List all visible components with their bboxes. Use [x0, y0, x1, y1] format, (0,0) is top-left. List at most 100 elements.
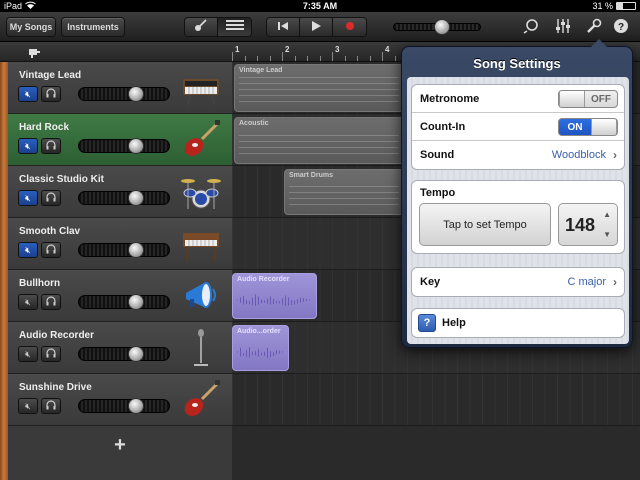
play-button[interactable]	[300, 18, 333, 36]
track-header[interactable]: Smooth Clav 🔇︎	[8, 218, 232, 270]
help-button[interactable]: ?	[612, 18, 630, 35]
region-label: Acoustic	[239, 120, 269, 127]
tap-tempo-button[interactable]: Tap to set Tempo	[419, 203, 551, 246]
track-name: Vintage Lead	[19, 70, 82, 81]
battery-icon	[616, 2, 636, 10]
track-headers: + Vintage Lead 🔇︎ Hard Rock 🔇︎ Classic Studi…	[8, 62, 232, 480]
solo-button[interactable]	[41, 346, 61, 362]
track-volume-knob[interactable]	[128, 190, 144, 206]
track-volume-slider[interactable]	[78, 294, 170, 310]
mute-button[interactable]: 🔇︎	[18, 398, 38, 414]
track-name: Hard Rock	[19, 122, 70, 133]
metronome-toggle[interactable]: OFF	[558, 90, 618, 108]
microphone-icon[interactable]	[180, 327, 222, 369]
track-header[interactable]: Hard Rock 🔇︎	[8, 114, 232, 166]
speaker-mute-icon: 🔇︎	[25, 88, 31, 99]
track-header[interactable]: Vintage Lead 🔇︎	[8, 62, 232, 114]
mute-button[interactable]: 🔇︎	[18, 242, 38, 258]
help-row[interactable]: ? Help	[412, 309, 624, 337]
track-volume-slider[interactable]	[78, 242, 170, 258]
battery-percent: 31 %	[592, 1, 613, 11]
arrow-up-icon[interactable]: ▲	[603, 210, 611, 219]
headphones-icon	[46, 244, 56, 256]
tracks-view-button[interactable]	[218, 18, 251, 36]
instrument-view-button[interactable]	[185, 18, 218, 36]
song-settings-popover: Song Settings Metronome OFF Count-In ON …	[401, 39, 633, 348]
ruler-tick	[307, 56, 308, 61]
key-row[interactable]: Key C major ›	[412, 268, 624, 296]
region-smart-drums[interactable]: Smart Drums	[284, 169, 404, 215]
electric-guitar-icon[interactable]	[180, 379, 222, 421]
ruler-tick	[382, 52, 383, 61]
track-volume-slider[interactable]	[78, 190, 170, 206]
solo-button[interactable]	[41, 86, 61, 102]
solo-button[interactable]	[41, 242, 61, 258]
track-volume-knob[interactable]	[128, 398, 144, 414]
ruler-tick	[344, 56, 346, 61]
track-header[interactable]: Bullhorn 🔇︎	[8, 270, 232, 322]
solo-button[interactable]	[41, 138, 61, 154]
go-to-beginning-button[interactable]	[267, 18, 300, 36]
song-settings-button[interactable]	[585, 18, 603, 35]
metronome-row: Metronome OFF	[412, 85, 624, 113]
mute-button[interactable]: 🔇︎	[18, 346, 38, 362]
solo-button[interactable]	[41, 190, 61, 206]
popover-body: Metronome OFF Count-In ON Sound Woodbloc…	[407, 77, 629, 344]
track-volume-knob[interactable]	[128, 138, 144, 154]
master-volume-knob[interactable]	[434, 19, 450, 35]
drum-kit-icon[interactable]	[180, 171, 222, 213]
midi-notes	[239, 77, 399, 107]
mixer-button[interactable]	[554, 18, 572, 35]
toggle-thumb	[559, 91, 585, 107]
bullhorn-icon[interactable]	[180, 275, 222, 317]
key-label: Key	[420, 276, 441, 288]
track-volume-slider[interactable]	[78, 398, 170, 414]
track-lane[interactable]	[232, 374, 640, 426]
track-header[interactable]: Audio Recorder 🔇︎	[8, 322, 232, 374]
track-name: Bullhorn	[19, 278, 61, 289]
solo-button[interactable]	[41, 398, 61, 414]
arrow-down-icon[interactable]: ▼	[603, 230, 611, 239]
ruler-tick	[282, 52, 283, 61]
sound-row[interactable]: Sound Woodblock ›	[412, 141, 624, 169]
region-acoustic[interactable]: Acoustic	[234, 117, 404, 164]
track-header[interactable]: Classic Studio Kit 🔇︎	[8, 166, 232, 218]
region-audio-recorder[interactable]: Audio Recorder	[232, 273, 317, 319]
mute-button[interactable]: 🔇︎	[18, 86, 38, 102]
add-track-button[interactable]: +	[111, 434, 129, 456]
status-time: 7:35 AM	[302, 1, 338, 11]
speaker-mute-icon: 🔇︎	[25, 192, 31, 203]
record-button[interactable]	[333, 18, 366, 36]
tempo-stepper[interactable]: 148 ▲ ▼	[558, 203, 618, 246]
instruments-button[interactable]: Instruments	[61, 17, 125, 37]
track-header[interactable]: Sunshine Drive 🔇︎	[8, 374, 232, 426]
my-songs-button[interactable]: My Songs	[6, 17, 56, 37]
record-icon	[345, 18, 355, 36]
region-audio-order[interactable]: Audio...order	[232, 325, 289, 371]
clavinet-icon[interactable]	[180, 223, 222, 265]
track-volume-knob[interactable]	[128, 294, 144, 310]
master-volume-slider[interactable]	[393, 19, 481, 35]
toggle-thumb	[591, 119, 617, 135]
track-volume-slider[interactable]	[78, 346, 170, 362]
track-volume-slider[interactable]	[78, 138, 170, 154]
mute-button[interactable]: 🔇︎	[18, 190, 38, 206]
count-in-toggle[interactable]: ON	[558, 118, 618, 136]
track-volume-knob[interactable]	[128, 86, 144, 102]
key-group: Key C major ›	[411, 267, 625, 297]
track-volume-knob[interactable]	[128, 346, 144, 362]
headphones-icon	[46, 192, 56, 204]
electric-guitar-icon[interactable]	[180, 119, 222, 161]
track-name: Classic Studio Kit	[19, 174, 105, 185]
region-vintage-lead[interactable]: Vintage Lead	[234, 64, 404, 112]
help-icon: ?	[418, 314, 436, 332]
synth-keyboard-icon[interactable]	[180, 67, 222, 109]
solo-button[interactable]	[41, 294, 61, 310]
mute-button[interactable]: 🔇︎	[18, 294, 38, 310]
mute-button[interactable]: 🔇︎	[18, 138, 38, 154]
loop-browser-button[interactable]	[522, 18, 540, 37]
track-volume-slider[interactable]	[78, 86, 170, 102]
ruler-tick	[369, 56, 371, 61]
track-volume-knob[interactable]	[128, 242, 144, 258]
loop-icon	[523, 18, 539, 37]
